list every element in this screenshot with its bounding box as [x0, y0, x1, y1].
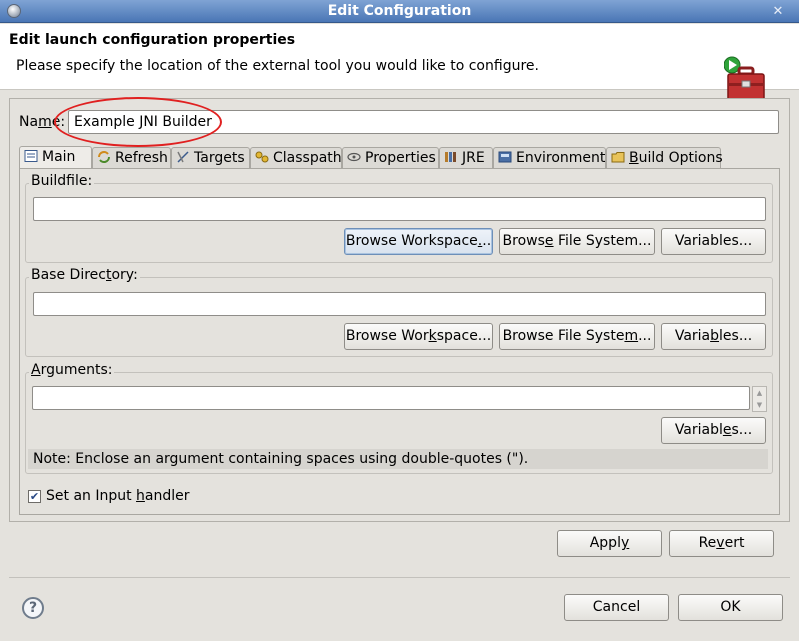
- buildfile-browse-workspace-button[interactable]: Browse Workspace...: [344, 228, 493, 255]
- classpath-icon: [255, 151, 269, 163]
- scroll-up-icon[interactable]: ▲: [753, 387, 766, 399]
- buildfile-input[interactable]: [33, 197, 766, 221]
- base-directory-variables-button[interactable]: Variables...: [661, 323, 766, 350]
- revert-button[interactable]: Revert: [669, 530, 774, 557]
- scroll-down-icon[interactable]: ▼: [753, 399, 766, 411]
- tab-build-options[interactable]: Build Options: [606, 147, 723, 168]
- arguments-label: Arguments:: [29, 362, 115, 378]
- buildfile-browse-filesystem-button[interactable]: Browse File System...: [499, 228, 655, 255]
- window-title: Edit Configuration: [327, 3, 472, 19]
- apply-button[interactable]: Apply: [557, 530, 662, 557]
- environment-icon: [498, 151, 512, 163]
- arguments-variables-button[interactable]: Variables...: [661, 417, 766, 444]
- tab-classpath[interactable]: Classpath: [250, 147, 342, 168]
- folder-icon: [611, 152, 625, 163]
- document-icon: [24, 150, 38, 162]
- buildfile-variables-button[interactable]: Variables...: [661, 228, 766, 255]
- tab-properties[interactable]: Properties: [342, 147, 439, 168]
- close-icon[interactable]: ✕: [769, 3, 787, 20]
- base-directory-browse-workspace-button[interactable]: Browse Workspace...: [344, 323, 493, 350]
- base-directory-label: Base Directory:: [29, 267, 140, 283]
- tab-environment[interactable]: Environment: [493, 147, 606, 168]
- buildfile-label: Buildfile:: [29, 173, 95, 189]
- tab-jre[interactable]: JRE: [439, 147, 493, 168]
- external-tool-toolbox-icon: [724, 56, 765, 101]
- annotation-ellipse: [54, 97, 222, 147]
- tab-targets[interactable]: Targets: [171, 147, 250, 168]
- tab-bar: Main Refresh Targets Classpath Propertie…: [19, 146, 779, 169]
- header-description: Please specify the location of the exter…: [16, 58, 539, 74]
- arguments-input[interactable]: [32, 386, 750, 410]
- base-directory-input[interactable]: [33, 292, 766, 316]
- header-title: Edit launch configuration properties: [9, 32, 296, 48]
- ok-button[interactable]: OK: [678, 594, 783, 621]
- bottom-separator: [9, 577, 790, 578]
- dialog-header: Edit launch configuration properties Ple…: [0, 24, 799, 101]
- arguments-scrollbar[interactable]: ▲ ▼: [752, 386, 767, 412]
- properties-icon: [347, 152, 361, 162]
- base-directory-browse-filesystem-button[interactable]: Browse File System...: [499, 323, 655, 350]
- arguments-note: Note: Enclose an argument containing spa…: [33, 451, 529, 467]
- help-icon[interactable]: ?: [22, 597, 44, 619]
- tab-refresh[interactable]: Refresh: [92, 147, 171, 168]
- input-handler-checkbox[interactable]: ✔: [28, 490, 41, 503]
- targets-icon: [177, 151, 189, 163]
- cancel-button[interactable]: Cancel: [564, 594, 669, 621]
- title-bar: Edit Configuration ✕: [0, 0, 799, 23]
- refresh-icon: [98, 151, 110, 163]
- jre-icon: [445, 152, 456, 162]
- tab-main[interactable]: Main: [19, 146, 92, 169]
- input-handler-label: Set an Input handler: [46, 488, 190, 504]
